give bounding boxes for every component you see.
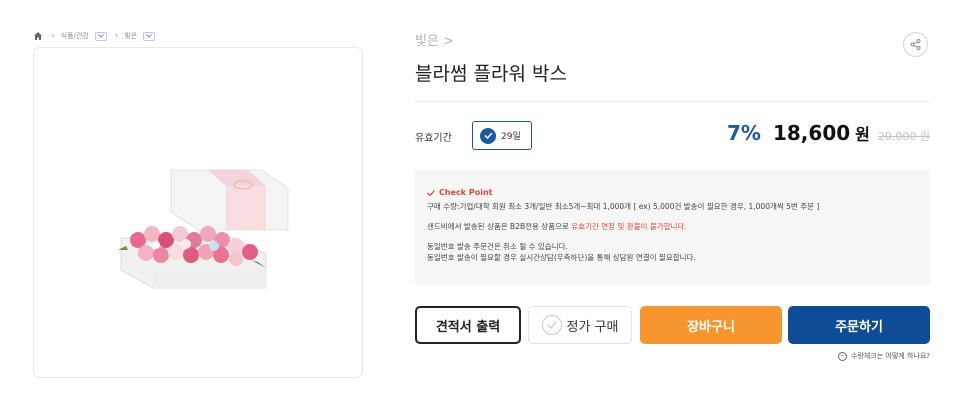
notice-line-purchase-qty: 구매 수량:기업/대학 회원 최소 3개/일반 최소5개~최대 1,000개 [… bbox=[427, 202, 820, 211]
breadcrumb-subcategory[interactable]: 빛은 bbox=[124, 31, 137, 41]
category-dropdown[interactable] bbox=[94, 31, 107, 41]
product-image-panel bbox=[33, 47, 363, 378]
help-icon: − bbox=[837, 351, 847, 361]
notice-line-consult: 동일번호 발송이 필요할 경우 실시간상담(우측하단)을 통해 상담원 연결이 … bbox=[427, 253, 696, 262]
home-icon[interactable] bbox=[33, 31, 43, 41]
share-icon bbox=[910, 39, 921, 50]
price-row: 7% 18,600 원 20,000 원 bbox=[727, 121, 930, 145]
share-button[interactable] bbox=[903, 32, 928, 57]
notice-line-refund-highlight: 유효기간 연장 및 환불이 불가합니다. bbox=[571, 222, 687, 231]
check-point-notice: Check Point 구매 수량:기업/대학 회원 최소 3개/일반 최소5개… bbox=[415, 170, 930, 285]
check-point-title: Check Point bbox=[427, 187, 918, 198]
chevron-down-icon bbox=[97, 34, 104, 38]
divider bbox=[415, 101, 930, 102]
product-detail-page: › 식품/건강 › 빛은 빛은 > 블라썸 플라워 박스 유효기간 29일 7%… bbox=[0, 0, 966, 397]
notice-line-refund: 샌드비에서 발송된 상품은 B2B전용 상품으로 유효기간 연장 및 환불이 불… bbox=[427, 221, 918, 232]
breadcrumb: › 식품/건강 › 빛은 bbox=[33, 29, 156, 43]
discount-rate: 7% bbox=[727, 121, 761, 145]
currency: 원 bbox=[855, 125, 870, 144]
notice-line-refund-prefix: 샌드비에서 발송된 상품은 B2B전용 상품으로 bbox=[427, 222, 572, 231]
chevron-right-icon: › bbox=[51, 31, 55, 41]
order-button[interactable]: 주문하기 bbox=[788, 306, 930, 344]
expiry-option-29days[interactable]: 29일 bbox=[472, 121, 532, 150]
quantity-help-text: 수량체크는 어떻게 하나요? bbox=[850, 352, 930, 360]
chevron-right-icon: › bbox=[114, 31, 119, 41]
quantity-help-link[interactable]: − 수량체크는 어떻게 하나요? bbox=[837, 351, 930, 361]
expiry-option-label: 29일 bbox=[501, 132, 521, 142]
print-quote-button[interactable]: 견적서 출력 bbox=[415, 306, 521, 344]
regular-price-purchase-button[interactable]: 정가 구매 bbox=[528, 306, 632, 344]
subcategory-dropdown[interactable] bbox=[143, 31, 156, 41]
original-price: 20,000 원 bbox=[877, 130, 930, 143]
brand-link[interactable]: 빛은 > bbox=[415, 30, 454, 49]
product-title: 블라썸 플라워 박스 bbox=[415, 63, 567, 85]
expiry-label: 유효기간 bbox=[415, 133, 452, 144]
regular-price-purchase-label: 정가 구매 bbox=[566, 319, 619, 335]
product-image bbox=[118, 169, 289, 289]
check-icon bbox=[480, 127, 496, 144]
checkmark-icon bbox=[427, 189, 435, 196]
check-circle-icon bbox=[541, 315, 562, 335]
sale-price: 18,600 bbox=[772, 121, 851, 145]
check-point-title-text: Check Point bbox=[439, 188, 493, 197]
chevron-down-icon bbox=[146, 34, 153, 38]
add-to-cart-button[interactable]: 장바구니 bbox=[640, 306, 782, 344]
notice-line-cancel: 동일번호 발송 주문건은 취소 될 수 있습니다. bbox=[427, 242, 568, 251]
breadcrumb-category[interactable]: 식품/건강 bbox=[61, 31, 89, 41]
